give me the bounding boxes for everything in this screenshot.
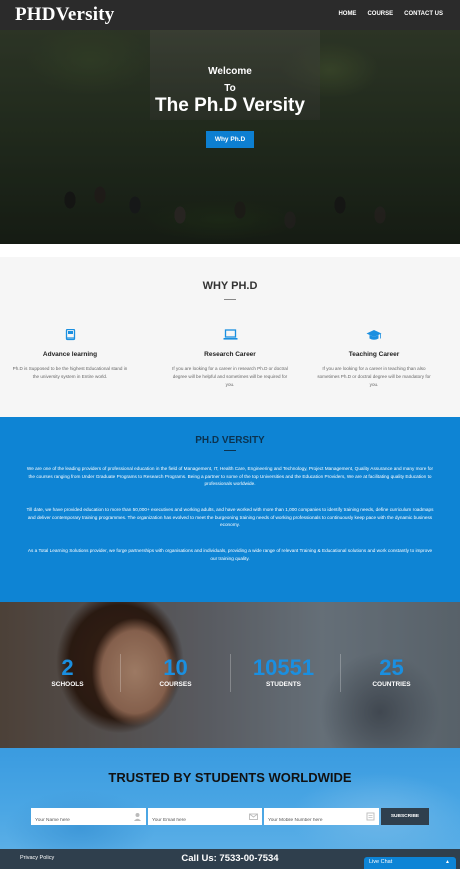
hero-text: Welcome To The Ph.D Versity Why Ph.D [0,66,460,148]
mobile-field-wrapper [264,808,379,829]
stat-number: 10551 [252,655,315,680]
chevron-up-icon: ▲ [445,859,450,865]
hero-background-students [40,170,420,230]
feature-teaching-career: Teaching Career If you are looking for a… [314,329,434,389]
stat-label: COUNTRIES [372,681,411,688]
email-field-wrapper [148,808,262,829]
feature-title: Research Career [204,351,256,358]
about-title: PH.D VERSITY [195,435,265,446]
feature-advance-learning: Advance learning Ph.D is Supposed to be … [10,329,130,381]
stat-countries: 25 COUNTRIES [334,655,449,689]
feature-title: Advance learning [42,351,98,358]
name-field-wrapper [31,808,146,829]
feature-title: Teaching Career [348,351,400,358]
mobile-input[interactable] [264,812,379,829]
phone-icon [366,812,375,821]
nav-links: HOME COURSE CONTACT US [338,11,443,17]
stat-students: 10551 STUDENTS [226,655,341,689]
site-logo[interactable]: PHDVersity [15,4,114,26]
stat-label: STUDENTS [265,681,302,688]
book-icon [10,329,130,345]
about-paragraph: We are one of the leading providers of p… [26,466,434,486]
title-divider [224,450,236,451]
about-paragraph: As a Total Learning Solutions provider, … [27,548,433,561]
email-input[interactable] [148,812,262,829]
laptop-icon [170,329,290,345]
stat-courses: 10 COURSES [118,655,233,689]
why-phd-section: WHY PH.D Advance learning Ph.D is Suppos… [0,257,460,417]
hero-banner: Welcome To The Ph.D Versity Why Ph.D [0,30,460,244]
graduation-cap-icon [314,329,434,345]
nav-contact-link[interactable]: CONTACT US [404,11,443,17]
nav-course-link[interactable]: COURSE [367,11,393,17]
why-phd-title: WHY PH.D [202,280,258,292]
stat-number: 10 [163,655,188,680]
stats-section: 2 SCHOOLS 10 COURSES 10551 STUDENTS 25 C… [0,602,460,748]
why-phd-button[interactable]: Why Ph.D [205,131,255,148]
user-icon [134,813,141,821]
name-input[interactable] [31,812,146,829]
live-chat-label: Live Chat [369,859,393,865]
trusted-title: TRUSTED BY STUDENTS WORLDWIDE [108,770,352,785]
hero-welcome: Welcome [208,66,252,77]
phd-versity-about-section: PH.D VERSITY We are one of the leading p… [0,417,460,602]
feature-text: If you are looking for a career in resea… [172,366,288,387]
live-chat-widget[interactable]: Live Chat ▲ [364,857,456,869]
feature-research-career: Research Career If you are looking for a… [170,329,290,389]
subscribe-button[interactable]: SUBSCRIBE [381,808,429,825]
feature-text: Ph.D is Supposed to be the highest Educa… [12,366,128,379]
stat-number: 2 [61,655,74,680]
top-navbar: PHDVersity HOME COURSE CONTACT US [0,0,460,30]
title-divider [224,299,236,300]
stat-label: SCHOOLS [51,681,84,688]
nav-home-link[interactable]: HOME [338,11,356,17]
stat-label: COURSES [159,681,192,688]
subscribe-section: TRUSTED BY STUDENTS WORLDWIDE SUBSCRIBE [0,748,460,849]
stat-schools: 2 SCHOOLS [10,655,125,689]
feature-text: If you are looking for a career in teach… [317,366,431,387]
email-icon [249,813,258,820]
hero-title: The Ph.D Versity [155,95,305,116]
hero-to: To [224,83,236,94]
stat-number: 25 [379,655,404,680]
about-paragraph: Till date, we have provided education to… [26,507,434,527]
